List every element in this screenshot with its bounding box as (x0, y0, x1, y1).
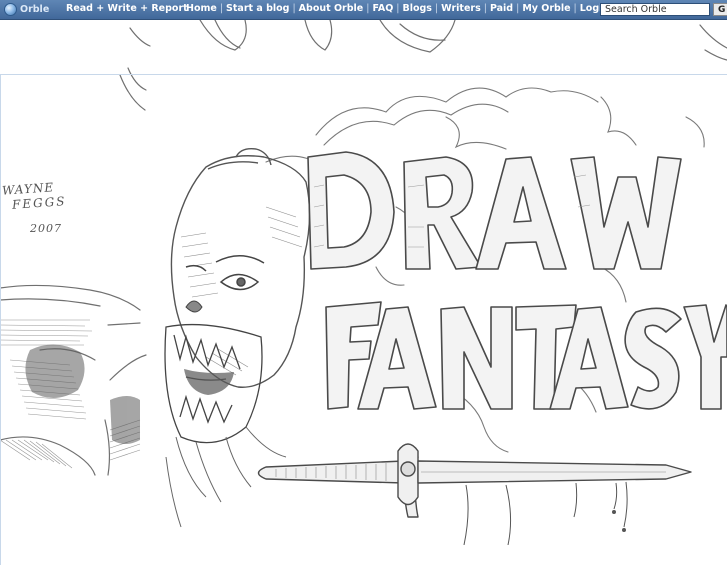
search-go-button[interactable]: G (713, 3, 727, 16)
orble-top-bar: Orble Read + Write + Report Home | Start… (0, 0, 727, 20)
draw-fantasy-illustration (164, 87, 727, 545)
nav-start-a-blog[interactable]: Start a blog (226, 3, 289, 14)
orble-globe-icon (4, 3, 17, 16)
orble-logo[interactable]: Orble (4, 2, 49, 17)
search-input[interactable] (600, 3, 710, 16)
signature-line2: FEGGS (11, 194, 67, 212)
main-nav: Home | Start a blog | About Orble | FAQ … (186, 3, 609, 14)
nav-separator: | (483, 3, 487, 14)
logo-text: Orble (20, 4, 50, 15)
tagline-link[interactable]: Read + Write + Report (66, 3, 188, 14)
artist-signature: WAYNE FEGGS 2007 (2, 180, 70, 242)
draw-fantasy-artwork (146, 57, 727, 545)
nav-separator: | (219, 3, 224, 14)
page-frame-side (0, 74, 1, 565)
nav-home[interactable]: Home (186, 3, 217, 14)
nav-blogs[interactable]: Blogs (402, 3, 431, 14)
nav-paid[interactable]: Paid (490, 3, 513, 14)
nav-my-orble[interactable]: My Orble (522, 3, 570, 14)
nav-separator: | (573, 3, 577, 14)
nav-separator: | (516, 3, 520, 14)
nav-writers[interactable]: Writers (441, 3, 481, 14)
nav-separator: | (434, 3, 439, 14)
signature-year: 2007 (30, 222, 62, 235)
nav-about-orble[interactable]: About Orble (299, 3, 364, 14)
nav-separator: | (396, 3, 400, 14)
nav-faq[interactable]: FAQ (372, 3, 393, 14)
nav-separator: | (292, 3, 296, 14)
nav-separator: | (366, 3, 370, 14)
